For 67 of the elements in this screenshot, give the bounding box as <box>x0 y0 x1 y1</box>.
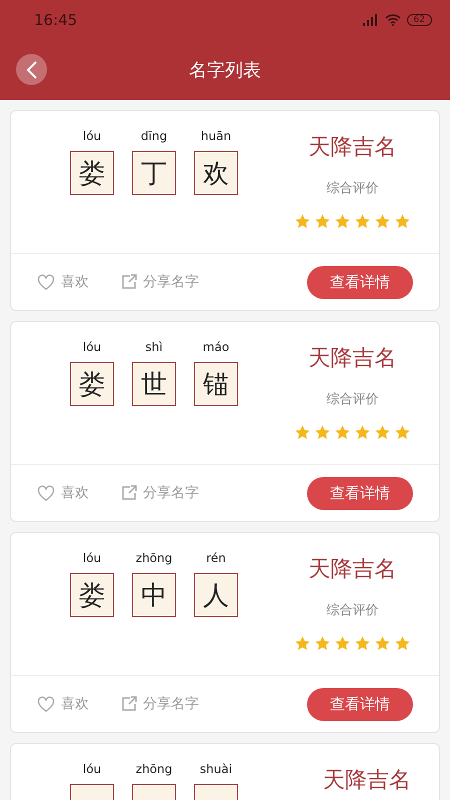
star-icon <box>394 635 411 652</box>
pinyin-text: lóu <box>82 129 102 145</box>
star-icon <box>294 213 311 230</box>
rating-label: 综合评价 <box>326 180 378 197</box>
like-button[interactable]: 喜欢 <box>37 695 89 713</box>
pinyin-text: lóu <box>82 551 102 567</box>
character-box: 世 <box>132 362 176 406</box>
star-icon <box>374 635 391 652</box>
star-icon <box>314 213 331 230</box>
battery-level: 62 <box>406 14 432 26</box>
like-button[interactable]: 喜欢 <box>37 484 89 502</box>
star-icon <box>354 635 371 652</box>
star-icon <box>314 635 331 652</box>
wifi-icon <box>384 14 401 26</box>
pinyin-text: lóu <box>82 762 102 778</box>
character-box: 娄 <box>70 151 114 195</box>
page-title: 名字列表 <box>189 59 261 82</box>
share-button[interactable]: 分享名字 <box>121 273 199 291</box>
heart-icon <box>37 485 55 501</box>
pinyin-text: huān <box>200 129 232 145</box>
pinyin-text: shì <box>145 340 163 356</box>
star-icon <box>354 424 371 441</box>
character-box: 锚 <box>194 362 238 406</box>
share-icon <box>121 274 137 290</box>
share-icon <box>121 485 137 501</box>
character-box: 娄 <box>70 362 114 406</box>
signal-icon <box>362 14 379 26</box>
details-button[interactable]: 查看详情 <box>307 688 413 720</box>
pinyin-text: máo <box>202 340 230 356</box>
star-icon <box>334 635 351 652</box>
star-icon <box>334 213 351 230</box>
star-icon <box>294 424 311 441</box>
like-button[interactable]: 喜欢 <box>37 273 89 291</box>
back-button[interactable] <box>16 54 47 85</box>
rating-label: 综合评价 <box>326 602 378 619</box>
character-box: 中 <box>132 573 176 617</box>
name-title: 天降吉名 <box>308 557 396 583</box>
pinyin-text: dīng <box>140 129 168 145</box>
star-icon <box>314 424 331 441</box>
pinyin-text: zhōng <box>136 762 172 778</box>
star-icon <box>354 213 371 230</box>
status-time: 16:45 <box>34 11 78 29</box>
name-title: 天降吉名 <box>308 346 396 372</box>
star-icon <box>334 424 351 441</box>
pinyin-text: lóu <box>82 340 102 356</box>
star-icon <box>294 635 311 652</box>
pinyin-text: shuài <box>200 762 232 778</box>
character-box: 人 <box>194 573 238 617</box>
star-icon <box>394 424 411 441</box>
share-button[interactable]: 分享名字 <box>121 695 199 713</box>
heart-icon <box>37 696 55 712</box>
star-icon <box>394 213 411 230</box>
star-icon <box>374 424 391 441</box>
character-box: 欢 <box>194 151 238 195</box>
details-button[interactable]: 查看详情 <box>307 266 413 298</box>
name-title: 天降吉名 <box>323 768 411 794</box>
share-button[interactable]: 分享名字 <box>121 484 199 502</box>
name-title: 天降吉名 <box>308 135 396 161</box>
star-icon <box>374 213 391 230</box>
pinyin-text: rén <box>206 551 226 567</box>
share-icon <box>121 696 137 712</box>
rating-label: 综合评价 <box>326 391 378 408</box>
character-box: 丁 <box>132 151 176 195</box>
heart-icon <box>37 274 55 290</box>
details-button[interactable]: 查看详情 <box>307 476 413 510</box>
pinyin-text: zhōng <box>136 551 172 567</box>
character-box: 娄 <box>70 573 114 617</box>
